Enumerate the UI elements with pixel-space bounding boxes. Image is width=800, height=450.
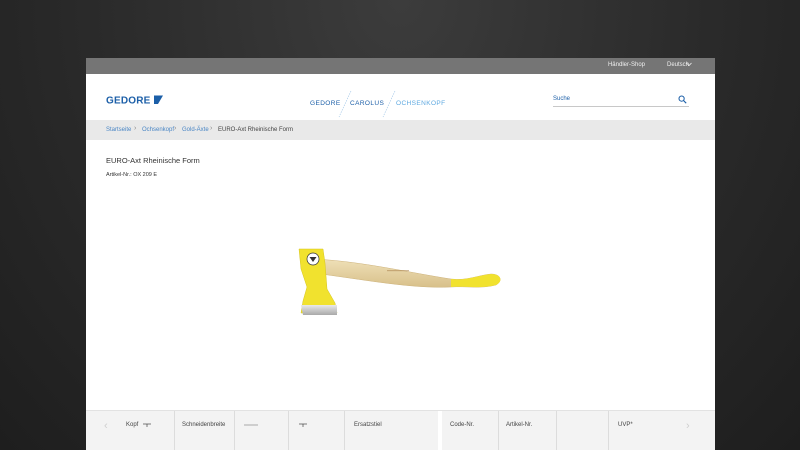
breadcrumb-current: EURO-Axt Rheinische Form [218, 127, 294, 133]
search-input[interactable]: Suche [553, 96, 570, 102]
table-panel-gap [438, 411, 442, 450]
column-divider [174, 411, 175, 450]
site-header: GEDORE GEDORE CAROLUS OCHSENKOPF Suche [86, 74, 715, 120]
column-divider [556, 411, 557, 450]
weight-icon [299, 423, 307, 427]
breadcrumb-separator: › [134, 125, 137, 132]
column-divider [344, 411, 345, 450]
brand-carolus-link[interactable]: CAROLUS [350, 100, 384, 107]
column-divider [288, 411, 289, 450]
column-header-ersatzstiel: Ersatzstiel [354, 422, 382, 428]
column-header-schneidenbreite: Schneidenbreite [182, 422, 226, 428]
logo-text: GEDORE [106, 96, 151, 107]
browser-page: Händler-Shop Deutsch GEDORE GEDORE CAROL… [86, 58, 715, 450]
chevron-right-icon[interactable]: › [686, 420, 690, 432]
breadcrumb-separator: › [174, 125, 177, 132]
dealer-shop-link[interactable]: Händler-Shop [608, 62, 645, 68]
brand-divider [382, 90, 396, 118]
search-icon[interactable] [678, 95, 687, 104]
column-divider [234, 411, 235, 450]
head-weight-icon [143, 423, 151, 427]
breadcrumb: Startseite › Ochsenkopf › Gold-Äxte › EU… [86, 120, 715, 140]
column-header-kopf: Kopf [126, 422, 139, 428]
column-header-uvp: UVP* [618, 422, 633, 428]
article-number: Artikel-Nr.: OX 209 E [106, 172, 158, 178]
breadcrumb-separator: › [210, 125, 213, 132]
brand-ochsenkopf-link[interactable]: OCHSENKOPF [396, 100, 446, 107]
chevron-down-icon[interactable] [685, 60, 693, 68]
brand-gedore-link[interactable]: GEDORE [310, 100, 341, 107]
product-image-axe [298, 248, 501, 315]
chevron-left-icon[interactable]: ‹ [104, 420, 108, 432]
column-header-artikel-nr: Artikel-Nr. [506, 422, 533, 428]
breadcrumb-ochsenkopf[interactable]: Ochsenkopf [142, 127, 174, 133]
gedore-logo[interactable]: GEDORE [106, 94, 166, 106]
product-title: EURO-Axt Rheinische Form [106, 156, 200, 165]
breadcrumb-gold-axes[interactable]: Gold-Äxte [182, 127, 209, 133]
breadcrumb-home[interactable]: Startseite [106, 127, 131, 133]
brand-switcher: GEDORE CAROLUS OCHSENKOPF [308, 90, 448, 118]
product-variants-table: ‹ Kopf Schneidenbreite Ersatzstiel Code-… [86, 410, 715, 450]
length-icon [244, 424, 258, 426]
column-divider [498, 411, 499, 450]
top-utility-bar: Händler-Shop Deutsch [86, 58, 715, 74]
column-divider [608, 411, 609, 450]
search-field[interactable]: Suche [553, 94, 689, 107]
column-header-code-nr: Code-Nr. [450, 422, 475, 428]
